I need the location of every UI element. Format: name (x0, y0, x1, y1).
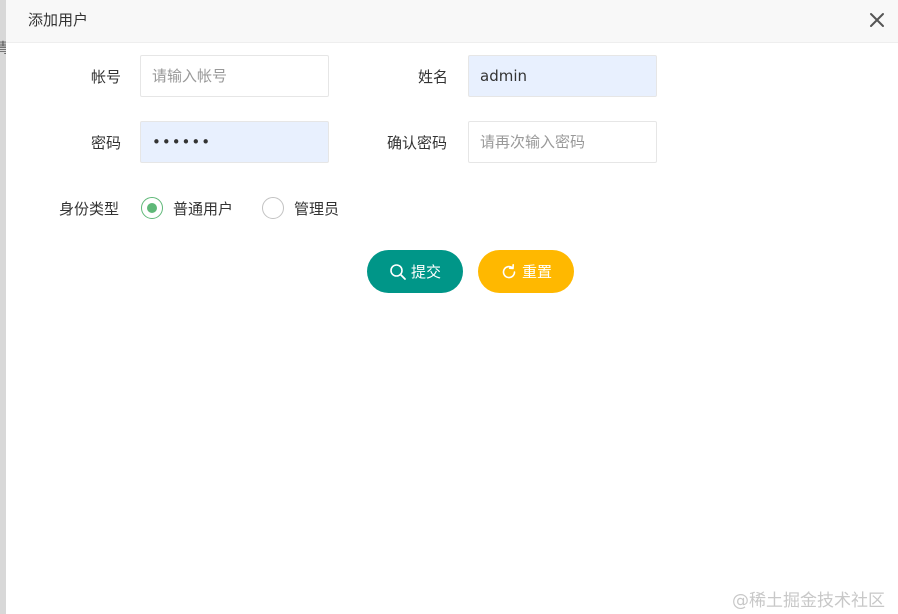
reset-button[interactable]: 重置 (478, 250, 574, 293)
password-input[interactable] (140, 121, 329, 163)
radio-dot (147, 203, 157, 213)
radio-unchecked-icon[interactable] (262, 197, 285, 219)
name-label: 姓名 (418, 68, 449, 86)
add-user-dialog: 添加用户 帐号 姓名 密码 确认密码 身份类型 普通用户 管理员 提交 (6, 0, 898, 614)
account-input[interactable] (140, 55, 329, 97)
refresh-icon (502, 263, 516, 278)
name-input[interactable] (468, 55, 657, 97)
account-label: 帐号 (91, 68, 122, 86)
radio-label-normal-user: 普通用户 (173, 199, 234, 218)
password-label: 密码 (91, 134, 122, 152)
dialog-header: 添加用户 (6, 0, 898, 43)
identity-type-label: 身份类型 (59, 200, 120, 218)
radio-checked-icon[interactable] (141, 197, 163, 219)
radio-option-admin[interactable]: 管理员 (262, 197, 339, 219)
search-icon (390, 263, 406, 280)
radio-option-normal-user[interactable]: 普通用户 (141, 197, 233, 219)
radio-label-admin: 管理员 (294, 199, 340, 218)
confirm-password-input[interactable] (468, 121, 657, 163)
identity-type-radio-group: 普通用户 管理员 (141, 197, 339, 219)
close-icon[interactable] (868, 11, 886, 29)
dialog-title: 添加用户 (28, 11, 89, 29)
reset-button-label: 重置 (521, 263, 552, 281)
submit-button-label: 提交 (410, 263, 441, 281)
confirm-password-label: 确认密码 (387, 134, 448, 152)
submit-button[interactable]: 提交 (367, 250, 463, 293)
watermark: @稀土掘金技术社区 (732, 591, 885, 611)
